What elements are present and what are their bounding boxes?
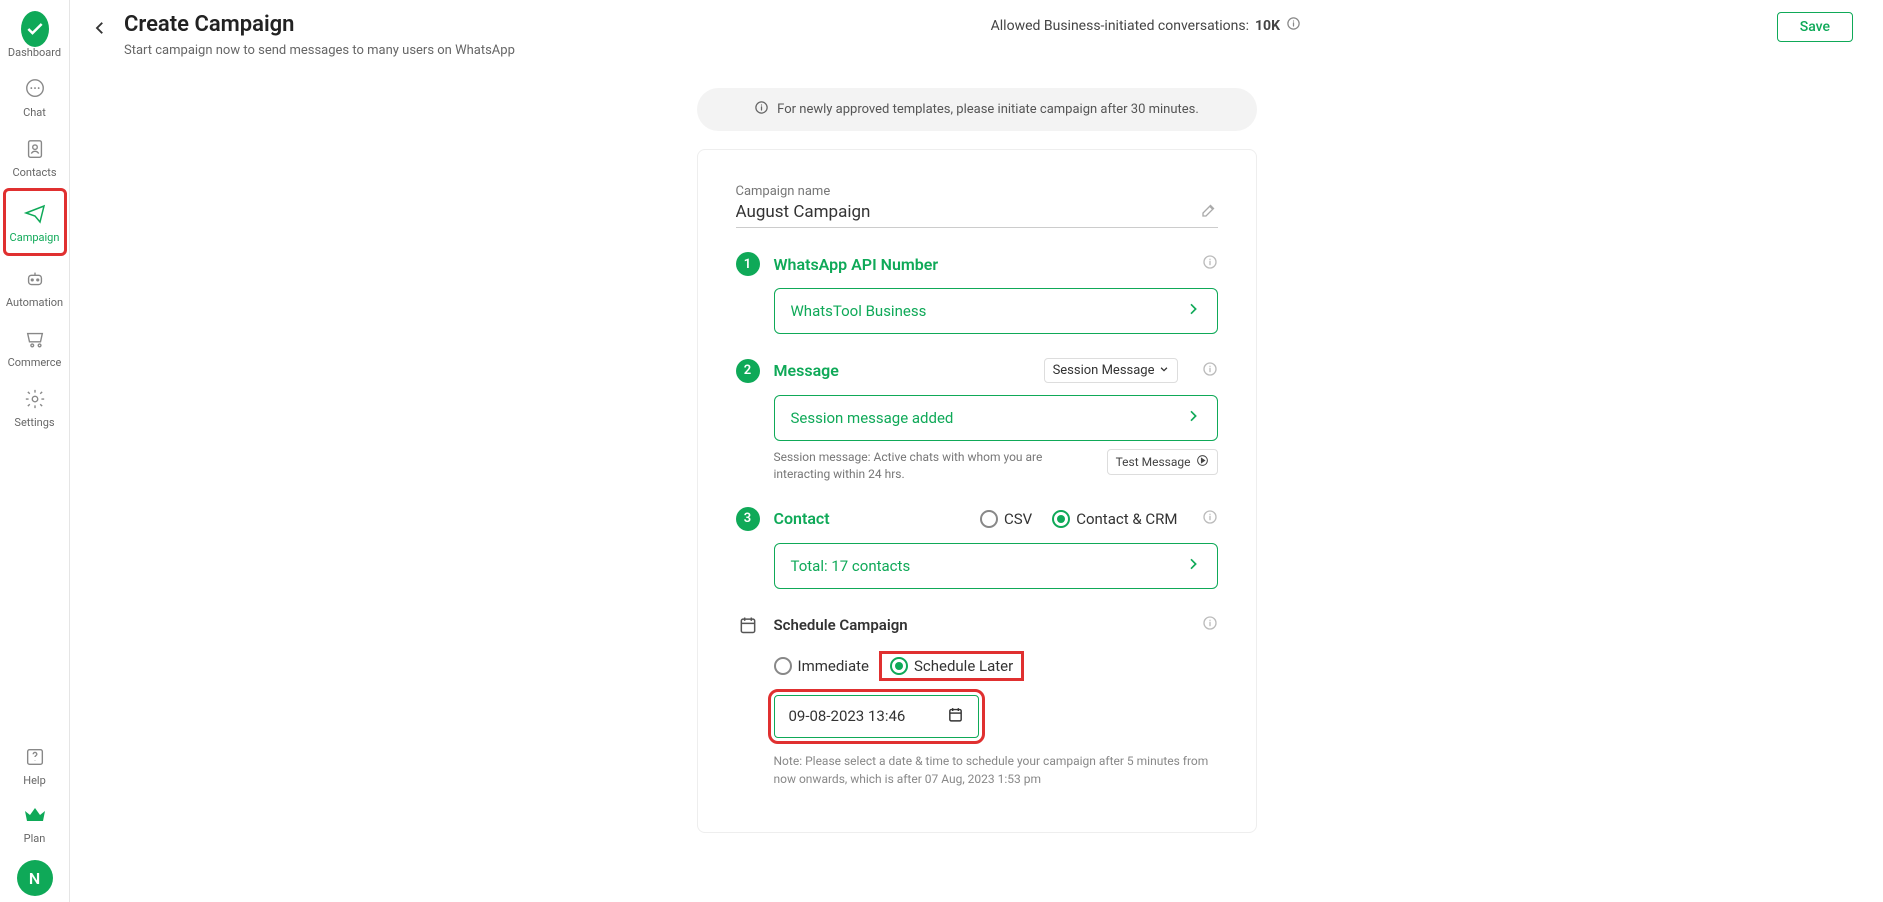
- highlight-schedule-later: Schedule Later: [879, 651, 1024, 681]
- radio-icon: [890, 657, 908, 675]
- radio-label: CSV: [1004, 510, 1032, 528]
- info-icon[interactable]: [1286, 16, 1301, 35]
- message-type-select[interactable]: Session Message: [1044, 358, 1178, 383]
- step-whatsapp-number: 1 WhatsApp API Number WhatsTool Business: [736, 252, 1218, 334]
- contacts-select[interactable]: Total: 17 contacts: [774, 543, 1218, 589]
- whatsapp-number-select[interactable]: WhatsTool Business: [774, 288, 1218, 334]
- sidebar-item-plan[interactable]: Plan: [3, 794, 67, 852]
- sidebar-label: Plan: [24, 832, 46, 845]
- main: Create Campaign Start campaign now to se…: [70, 0, 1883, 902]
- crown-icon: [21, 801, 49, 829]
- sidebar-item-help[interactable]: Help: [3, 736, 67, 794]
- step-number: 3: [736, 507, 760, 531]
- radio-schedule-later[interactable]: Schedule Later: [890, 657, 1013, 675]
- sidebar-label: Settings: [14, 416, 54, 429]
- edit-icon[interactable]: [1200, 201, 1218, 223]
- allowed-conversations: Allowed Business-initiated conversations…: [515, 12, 1777, 35]
- allowed-value: 10K: [1255, 18, 1280, 34]
- chevron-down-icon: [1159, 363, 1169, 378]
- radio-immediate[interactable]: Immediate: [774, 657, 869, 675]
- back-button[interactable]: [88, 16, 112, 40]
- test-message-button[interactable]: Test Message: [1107, 449, 1218, 475]
- sidebar-label: Help: [23, 774, 46, 787]
- sidebar-label: Dashboard: [8, 46, 61, 59]
- notice-text: For newly approved templates, please ini…: [777, 102, 1199, 117]
- step-title: WhatsApp API Number: [774, 255, 1188, 274]
- sidebar: Dashboard Chat Contacts Campaign: [0, 0, 70, 902]
- settings-icon: [21, 385, 49, 413]
- message-select[interactable]: Session message added: [774, 395, 1218, 441]
- sidebar-item-settings[interactable]: Settings: [3, 378, 67, 436]
- play-icon: [1196, 454, 1209, 470]
- chat-icon: [21, 75, 49, 103]
- datetime-value: 09-08-2023 13:46: [789, 707, 906, 725]
- page-title: Create Campaign: [124, 12, 515, 37]
- schedule-note: Note: Please select a date & time to sch…: [774, 752, 1218, 788]
- sidebar-item-contacts[interactable]: Contacts: [3, 128, 67, 186]
- help-icon: [21, 743, 49, 771]
- calendar-icon: [947, 706, 964, 727]
- header: Create Campaign Start campaign now to se…: [70, 0, 1883, 68]
- sidebar-item-campaign[interactable]: Campaign: [3, 188, 67, 256]
- sidebar-label: Commerce: [8, 356, 62, 369]
- sidebar-label: Chat: [23, 106, 46, 119]
- schedule-datetime-input[interactable]: 09-08-2023 13:46: [774, 695, 979, 738]
- page-subtitle: Start campaign now to send messages to m…: [124, 43, 515, 58]
- commerce-icon: [21, 325, 49, 353]
- campaign-name-input[interactable]: [736, 202, 1200, 222]
- avatar-initial: N: [29, 869, 40, 888]
- radio-csv[interactable]: CSV: [980, 510, 1032, 528]
- sidebar-label: Campaign: [10, 231, 60, 244]
- radio-label: Schedule Later: [914, 657, 1013, 675]
- calendar-icon: [736, 613, 760, 637]
- contacts-icon: [21, 135, 49, 163]
- step-number: 2: [736, 359, 760, 383]
- radio-icon: [1052, 510, 1070, 528]
- chevron-right-icon: [1185, 301, 1201, 321]
- step-number: 1: [736, 252, 760, 276]
- radio-icon: [980, 510, 998, 528]
- logo-icon: [21, 15, 49, 43]
- avatar[interactable]: N: [17, 860, 53, 896]
- info-icon[interactable]: [1202, 615, 1218, 635]
- session-message-hint: Session message: Active chats with whom …: [774, 449, 1097, 483]
- step-message: 2 Message Session Message: [736, 358, 1218, 483]
- radio-icon: [774, 657, 792, 675]
- select-value: Session message added: [791, 409, 954, 427]
- info-icon[interactable]: [1202, 361, 1218, 381]
- sidebar-item-commerce[interactable]: Commerce: [3, 318, 67, 376]
- select-value: WhatsTool Business: [791, 302, 927, 320]
- sidebar-item-dashboard[interactable]: Dashboard: [3, 8, 67, 66]
- sidebar-label: Contacts: [12, 166, 56, 179]
- info-icon: [754, 100, 769, 119]
- sidebar-item-automation[interactable]: Automation: [3, 258, 67, 316]
- campaign-card: Campaign name 1 WhatsApp API Number: [697, 149, 1257, 833]
- allowed-prefix: Allowed Business-initiated conversations…: [991, 18, 1249, 34]
- radio-label: Immediate: [798, 657, 869, 675]
- step-contact: 3 Contact CSV Contact & CRM: [736, 507, 1218, 589]
- campaign-icon: [21, 200, 49, 228]
- schedule-title: Schedule Campaign: [774, 616, 1188, 634]
- info-icon[interactable]: [1202, 509, 1218, 529]
- test-message-label: Test Message: [1116, 455, 1191, 469]
- chevron-right-icon: [1185, 556, 1201, 576]
- step-title: Contact: [774, 509, 966, 528]
- message-type-value: Session Message: [1053, 363, 1155, 378]
- select-value: Total: 17 contacts: [791, 557, 911, 575]
- campaign-name-label: Campaign name: [736, 184, 1218, 199]
- step-title: Message: [774, 361, 1030, 380]
- save-button[interactable]: Save: [1777, 12, 1853, 42]
- radio-contact-crm[interactable]: Contact & CRM: [1052, 510, 1177, 528]
- step-schedule: Schedule Campaign Immediate: [736, 613, 1218, 788]
- chevron-right-icon: [1185, 408, 1201, 428]
- automation-icon: [21, 265, 49, 293]
- notice-banner: For newly approved templates, please ini…: [697, 88, 1257, 131]
- sidebar-item-chat[interactable]: Chat: [3, 68, 67, 126]
- info-icon[interactable]: [1202, 254, 1218, 274]
- radio-label: Contact & CRM: [1076, 510, 1177, 528]
- sidebar-label: Automation: [6, 296, 63, 309]
